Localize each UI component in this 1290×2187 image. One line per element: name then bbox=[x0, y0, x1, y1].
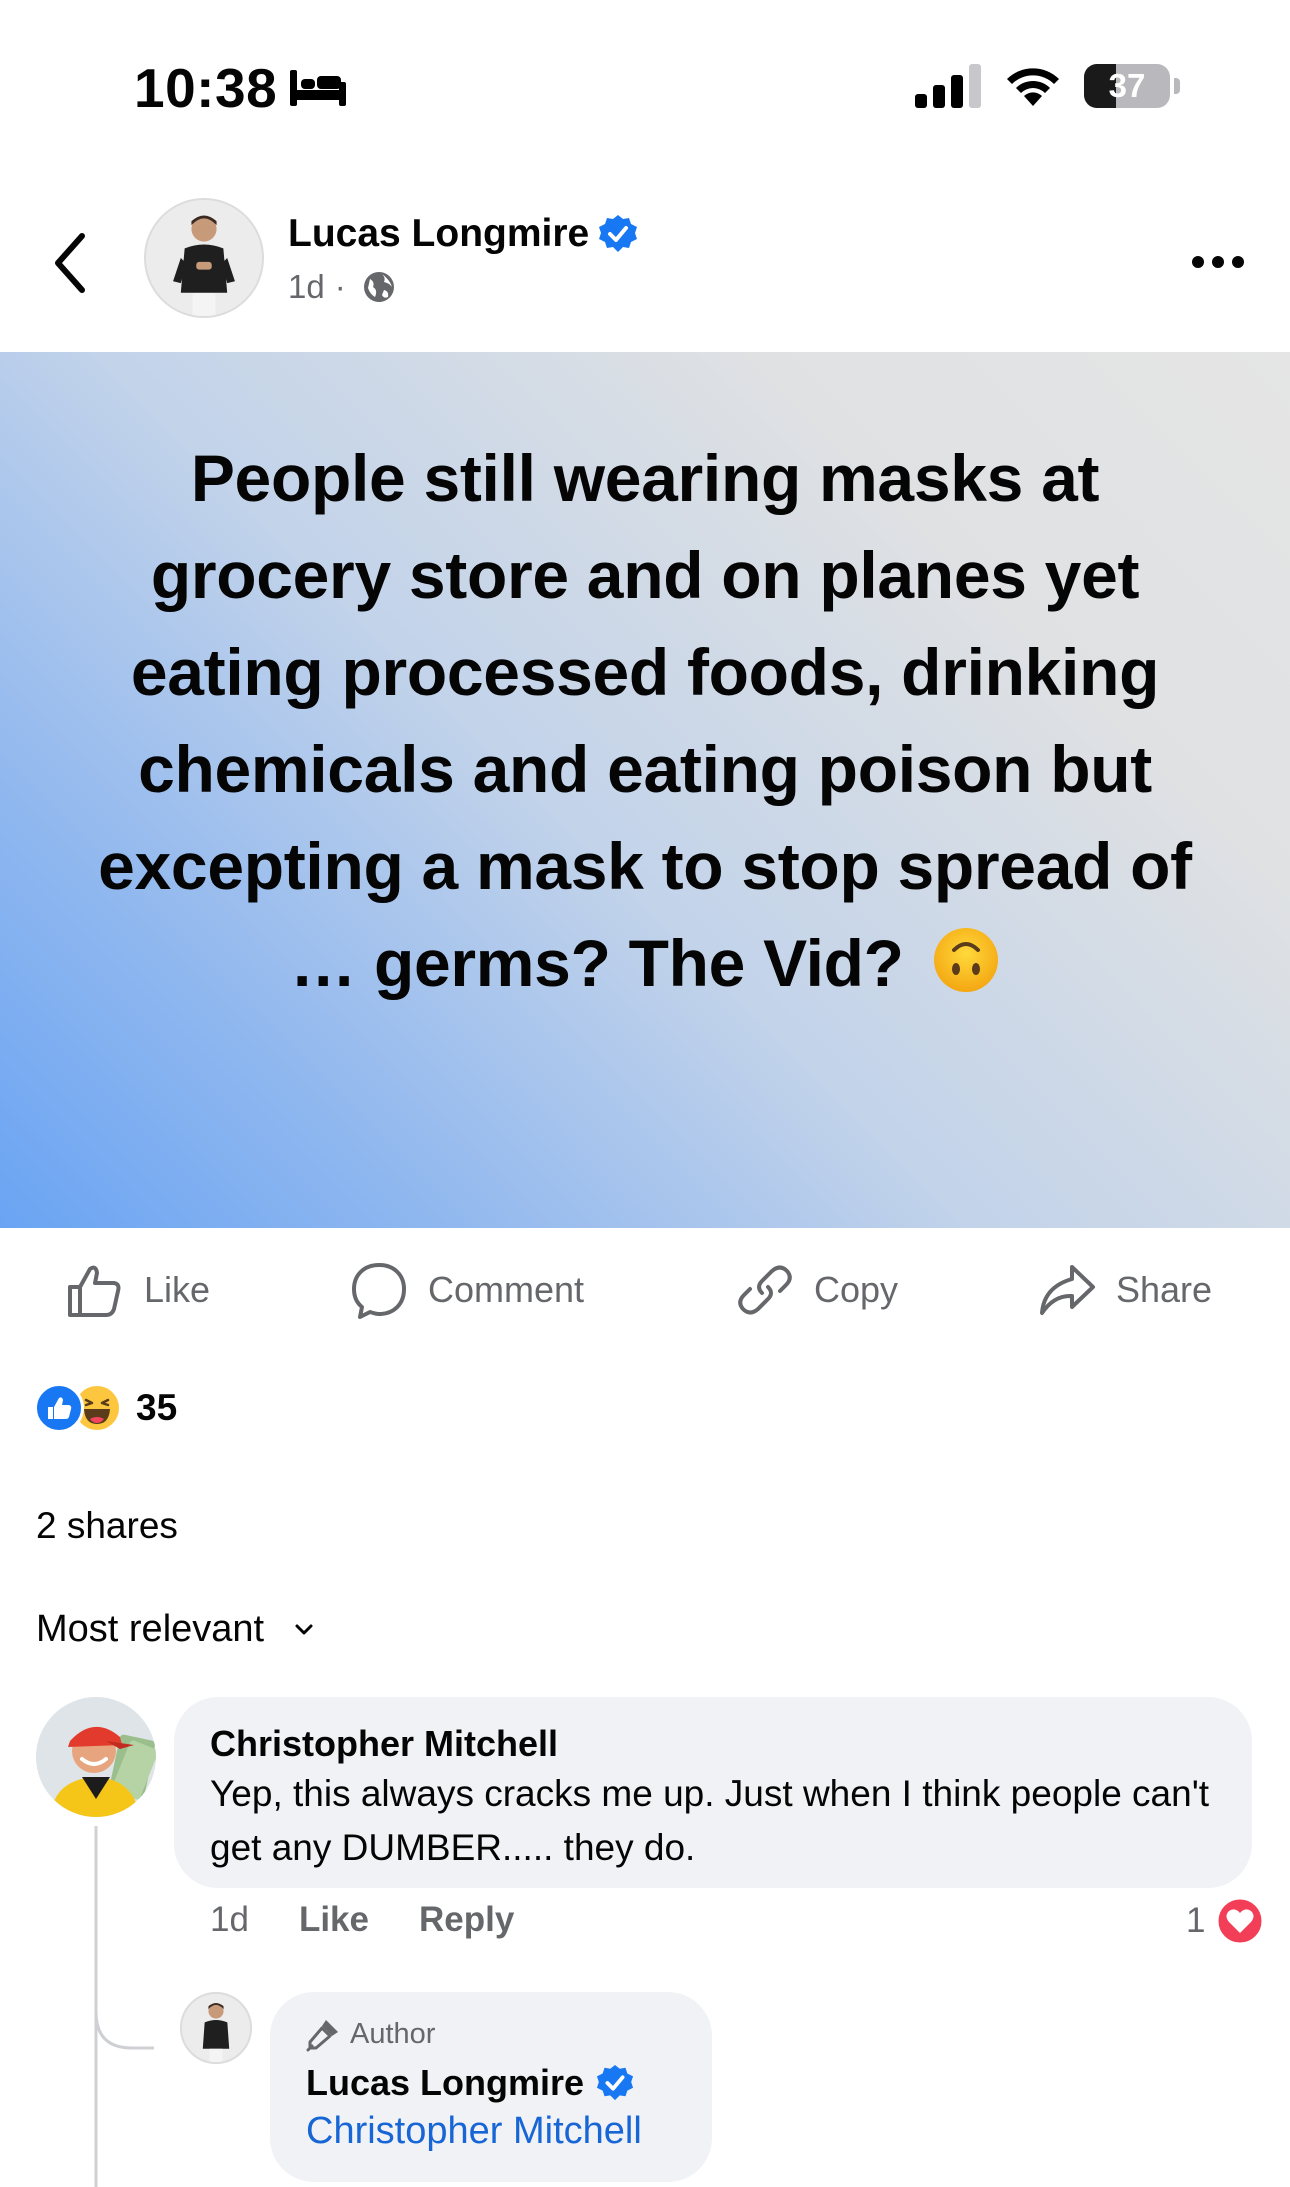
shares-count[interactable]: 2 shares bbox=[36, 1505, 178, 1547]
bed-icon bbox=[290, 70, 346, 106]
chevron-down-icon bbox=[295, 1624, 313, 1634]
reply-bubble[interactable]: Author Lucas Longmire Christopher Mitche… bbox=[270, 1992, 712, 2182]
like-button[interactable]: Like bbox=[66, 1260, 210, 1320]
comment-actions: 1d Like Reply bbox=[210, 1900, 514, 1940]
battery-level: 37 bbox=[1108, 67, 1146, 104]
author-badge-label: Author bbox=[350, 2017, 436, 2050]
globe-icon bbox=[363, 272, 394, 302]
reply-author-row: Lucas Longmire bbox=[306, 2058, 676, 2108]
comment-reaction-summary[interactable]: 1 bbox=[1186, 1896, 1265, 1946]
verified-badge-icon bbox=[599, 215, 637, 252]
comment-reaction-count: 1 bbox=[1186, 1901, 1206, 1940]
like-reaction-icon bbox=[34, 1383, 84, 1433]
like-label: Like bbox=[144, 1269, 211, 1310]
comment-text: Yep, this always cracks me up. Just when… bbox=[210, 1773, 1210, 1868]
post-age: 1d bbox=[288, 268, 325, 305]
author-name[interactable]: Lucas Longmire bbox=[288, 212, 589, 256]
reply-author-avatar[interactable] bbox=[180, 1992, 252, 2064]
comment-bubble-icon bbox=[352, 1263, 406, 1319]
author-avatar[interactable] bbox=[144, 198, 264, 318]
reply-thread-line bbox=[94, 1826, 154, 2187]
text-post-card: People still wearing masks at grocery st… bbox=[0, 352, 1290, 1228]
comment-like-button[interactable]: Like bbox=[299, 1900, 369, 1940]
wifi-icon bbox=[1007, 68, 1059, 106]
reply-mention-link[interactable]: Christopher Mitchell bbox=[306, 2108, 676, 2154]
upside-down-face-emoji-icon bbox=[933, 928, 998, 992]
more-options-icon[interactable] bbox=[1190, 252, 1246, 272]
cellular-signal-icon bbox=[915, 64, 981, 108]
copy-label: Copy bbox=[814, 1269, 899, 1310]
author-badge: Author bbox=[306, 2014, 676, 2054]
share-arrow-icon bbox=[1040, 1265, 1095, 1315]
comment-age: 1d bbox=[210, 1900, 249, 1939]
clock-time: 10:38 bbox=[134, 57, 278, 119]
thumbs-up-icon bbox=[68, 1265, 121, 1317]
reaction-summary[interactable]: 35 bbox=[34, 1380, 177, 1436]
meta-separator: · bbox=[334, 268, 346, 305]
comment-button[interactable]: Comment bbox=[350, 1260, 584, 1320]
share-button[interactable]: Share bbox=[1038, 1260, 1212, 1320]
battery-icon: 37 bbox=[1084, 64, 1180, 108]
love-reaction-icon bbox=[1215, 1896, 1265, 1946]
commenter-avatar[interactable] bbox=[36, 1697, 156, 1817]
copy-link-button[interactable]: Copy bbox=[736, 1260, 898, 1320]
post-meta: 1d · bbox=[288, 268, 396, 306]
post-text: People still wearing masks at grocery st… bbox=[98, 441, 1192, 1000]
verified-badge-icon bbox=[597, 2064, 634, 2101]
link-icon bbox=[738, 1265, 792, 1315]
share-label: Share bbox=[1116, 1269, 1213, 1310]
comment-author[interactable]: Christopher Mitchell bbox=[210, 1721, 1216, 1767]
comment-sort-dropdown[interactable]: Most relevant bbox=[36, 1608, 316, 1651]
post-action-bar: Like Comment Copy Share bbox=[0, 1228, 1290, 1348]
reply-author[interactable]: Lucas Longmire bbox=[306, 2058, 584, 2108]
reaction-count: 35 bbox=[136, 1387, 178, 1428]
comment-label: Comment bbox=[428, 1269, 585, 1310]
comment-bubble[interactable]: Christopher Mitchell Yep, this always cr… bbox=[174, 1697, 1252, 1888]
sort-label: Most relevant bbox=[36, 1608, 265, 1650]
post-header: Lucas Longmire 1d · bbox=[0, 190, 1290, 350]
post-text-container: People still wearing masks at grocery st… bbox=[90, 430, 1200, 1012]
comment-reply-button[interactable]: Reply bbox=[419, 1900, 514, 1940]
status-bar: 10:38 37 bbox=[0, 0, 1290, 180]
back-chevron-icon[interactable] bbox=[50, 230, 90, 296]
microphone-icon bbox=[306, 2020, 338, 2052]
